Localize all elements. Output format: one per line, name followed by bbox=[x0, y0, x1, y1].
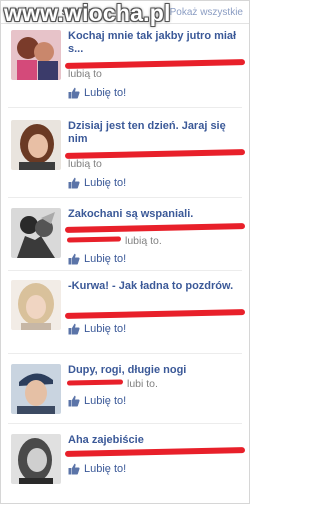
box-title: Polecane strony bbox=[10, 6, 95, 18]
like-button[interactable]: Lubię to! bbox=[68, 463, 126, 475]
redaction-scribble bbox=[66, 236, 122, 243]
like-label: Lubię to! bbox=[84, 395, 127, 407]
like-button[interactable]: Lubię to! bbox=[68, 177, 126, 189]
fans-count: lubią to. bbox=[125, 235, 162, 247]
thumbs-up-icon bbox=[68, 87, 80, 99]
divider bbox=[8, 270, 242, 271]
redaction-scribble bbox=[64, 447, 246, 457]
divider bbox=[8, 423, 242, 424]
fans-count: lubią to bbox=[68, 158, 102, 170]
girl-bw-photo-icon bbox=[11, 434, 61, 484]
couple-bw-photo-icon bbox=[11, 208, 61, 258]
like-label: Lubię to! bbox=[84, 323, 127, 335]
divider bbox=[8, 107, 242, 108]
see-all-link[interactable]: Pokaż wszystkie bbox=[170, 7, 243, 18]
divider bbox=[8, 197, 242, 198]
girl-cap-photo-icon bbox=[11, 364, 61, 414]
list-item: Kochaj mnie tak jakby jutro miał s... lu… bbox=[1, 24, 249, 102]
list-item: Zakochani są wspaniali. lubią to. Lubię … bbox=[1, 202, 249, 280]
page-thumbnail[interactable] bbox=[11, 120, 61, 170]
thumbs-up-icon bbox=[68, 323, 80, 335]
page-name[interactable]: -Kurwa! - Jak ładna to pozdrów. bbox=[68, 280, 240, 293]
box-header: Polecane strony Pokaż wszystkie bbox=[1, 1, 249, 24]
like-label: Lubię to! bbox=[84, 177, 127, 189]
thumbs-up-icon bbox=[68, 463, 80, 475]
list-item: Dupy, rogi, długie nogi lubi to. Lubię t… bbox=[1, 358, 249, 436]
list-item: -Kurwa! - Jak ładna to pozdrów. Lubię to… bbox=[1, 274, 249, 352]
like-button[interactable]: Lubię to! bbox=[68, 395, 126, 407]
redaction-scribble bbox=[64, 309, 246, 319]
couple-kissing-photo-icon bbox=[11, 30, 61, 80]
like-button[interactable]: Lubię to! bbox=[68, 87, 126, 99]
page-name[interactable]: Aha zajebiście bbox=[68, 434, 240, 447]
thumbs-up-icon bbox=[68, 395, 80, 407]
divider bbox=[8, 353, 242, 354]
page-name[interactable]: Zakochani są wspaniali. bbox=[68, 208, 240, 221]
fans-count: lubią to bbox=[68, 68, 102, 80]
like-button[interactable]: Lubię to! bbox=[68, 253, 126, 265]
like-label: Lubię to! bbox=[84, 87, 127, 99]
page-thumbnail[interactable] bbox=[11, 208, 61, 258]
page-name[interactable]: Kochaj mnie tak jakby jutro miał s... bbox=[68, 30, 240, 56]
like-label: Lubię to! bbox=[84, 463, 127, 475]
girl-portrait-photo-icon bbox=[11, 120, 61, 170]
page-thumbnail[interactable] bbox=[11, 434, 61, 484]
recommended-pages-box: Polecane strony Pokaż wszystkie Kochaj m… bbox=[0, 0, 250, 504]
redaction-scribble bbox=[66, 379, 124, 386]
thumbs-up-icon bbox=[68, 177, 80, 189]
redaction-scribble bbox=[64, 223, 246, 233]
page-thumbnail[interactable] bbox=[11, 30, 61, 80]
page-thumbnail[interactable] bbox=[11, 364, 61, 414]
thumbs-up-icon bbox=[68, 253, 80, 265]
page-name[interactable]: Dupy, rogi, długie nogi bbox=[68, 364, 240, 377]
blonde-girl-photo-icon bbox=[11, 280, 61, 330]
list-item: Dzisiaj jest ten dzień. Jaraj się nim lu… bbox=[1, 114, 249, 192]
fans-count: lubi to. bbox=[127, 378, 158, 390]
list-item: Aha zajebiście Lubię to! bbox=[1, 428, 249, 506]
like-label: Lubię to! bbox=[84, 253, 127, 265]
like-button[interactable]: Lubię to! bbox=[68, 323, 126, 335]
page-thumbnail[interactable] bbox=[11, 280, 61, 330]
page-name[interactable]: Dzisiaj jest ten dzień. Jaraj się nim bbox=[68, 120, 240, 146]
